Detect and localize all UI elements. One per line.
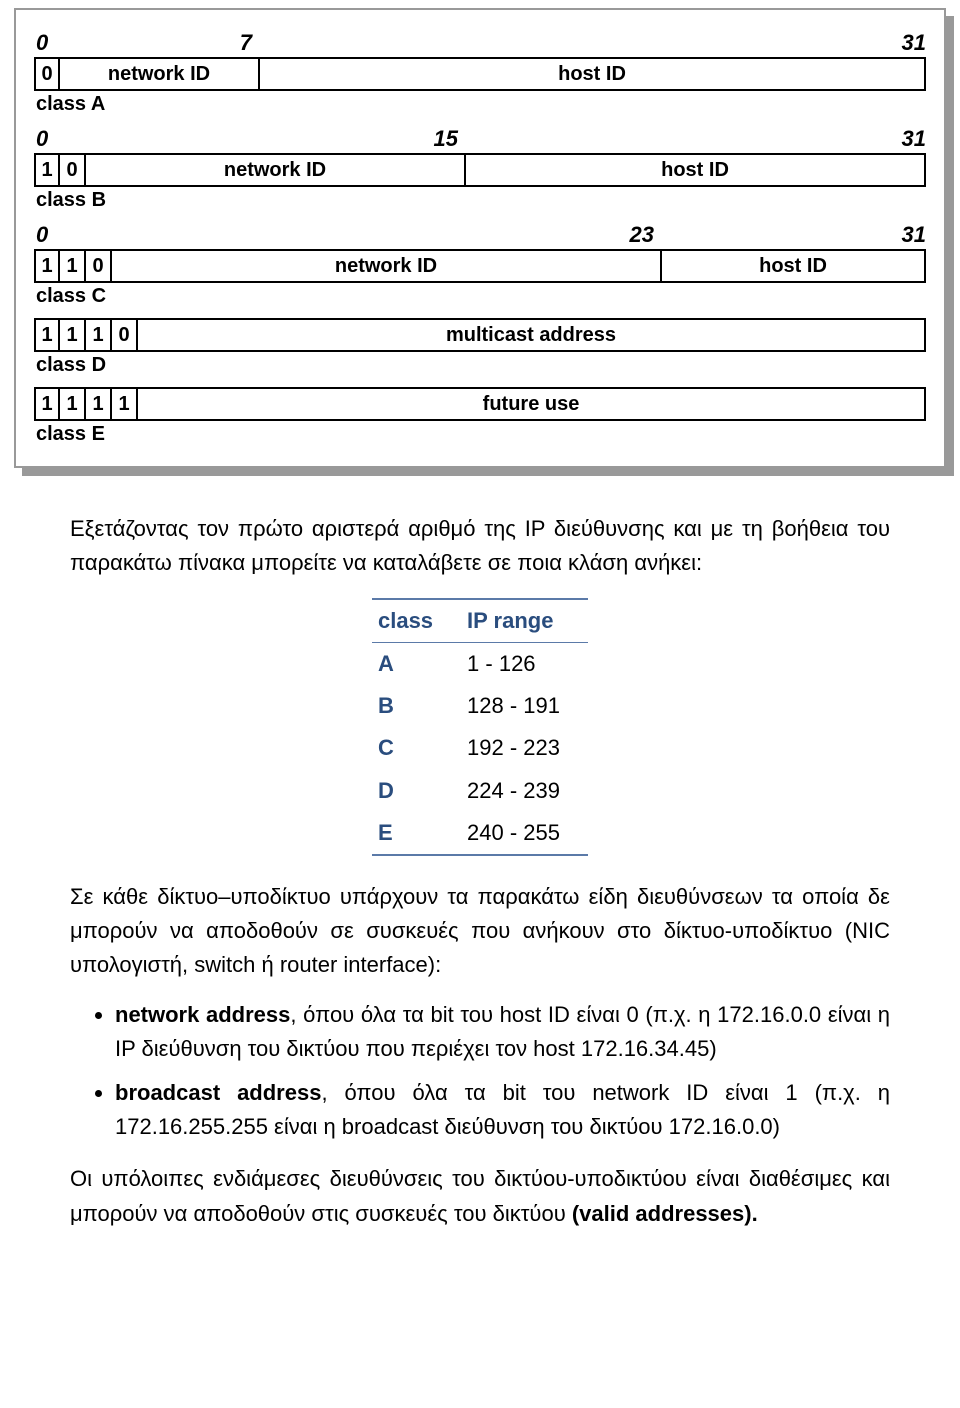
ip-class-diagram: 0 7 31 0 network ID host ID class A 0 15…: [14, 8, 946, 468]
label-class-e: class E: [34, 423, 926, 446]
bit-cell: 1: [112, 387, 138, 421]
field-network-id: network ID: [86, 153, 466, 187]
bar-class-a: 0 network ID host ID: [34, 57, 926, 91]
table-row: C192 - 223: [372, 727, 588, 769]
label-class-a: class A: [34, 93, 926, 116]
table-row: D224 - 239: [372, 770, 588, 812]
ticks-class-c: 0 23 31: [34, 222, 926, 248]
label-class-d: class D: [34, 354, 926, 377]
bit-cell: 0: [86, 249, 112, 283]
ip-range-table: class IP range A1 - 126 B128 - 191 C192 …: [372, 598, 588, 856]
bit-cell: 1: [34, 318, 60, 352]
bar-class-d: 1 1 1 0 multicast address: [34, 318, 926, 352]
bit-cell: 0: [112, 318, 138, 352]
bit-cell: 0: [34, 57, 60, 91]
field-host-id: host ID: [466, 153, 926, 187]
label-class-b: class B: [34, 189, 926, 212]
bit-cell: 1: [86, 318, 112, 352]
intro-paragraph: Εξετάζοντας τον πρώτο αριστερά αριθμό τη…: [70, 512, 890, 580]
table-row: B128 - 191: [372, 685, 588, 727]
bar-class-e: 1 1 1 1 future use: [34, 387, 926, 421]
bit-cell: 0: [60, 153, 86, 187]
restricted-addresses-paragraph: Σε κάθε δίκτυο–υποδίκτυο υπάρχουν τα παρ…: [70, 880, 890, 982]
bit-cell: 1: [60, 387, 86, 421]
table-header-class: class: [372, 599, 461, 643]
bar-class-c: 1 1 0 network ID host ID: [34, 249, 926, 283]
field-host-id: host ID: [260, 57, 926, 91]
field-network-id: network ID: [60, 57, 260, 91]
table-row: A1 - 126: [372, 643, 588, 686]
bullet-network-address: network address, όπου όλα τα bit του hos…: [115, 998, 890, 1066]
table-row: E240 - 255: [372, 812, 588, 855]
bullet-broadcast-address: broadcast address, όπου όλα τα bit του n…: [115, 1076, 890, 1144]
field-network-id: network ID: [112, 249, 662, 283]
label-class-c: class C: [34, 285, 926, 308]
bar-class-b: 1 0 network ID host ID: [34, 153, 926, 187]
bit-cell: 1: [86, 387, 112, 421]
ticks-class-a: 0 7 31: [34, 30, 926, 56]
table-header-range: IP range: [461, 599, 588, 643]
field-host-id: host ID: [662, 249, 926, 283]
bit-cell: 1: [34, 387, 60, 421]
bit-cell: 1: [34, 153, 60, 187]
bit-cell: 1: [60, 249, 86, 283]
bit-cell: 1: [34, 249, 60, 283]
ticks-class-b: 0 15 31: [34, 126, 926, 152]
field-multicast: multicast address: [138, 318, 926, 352]
field-future-use: future use: [138, 387, 926, 421]
bit-cell: 1: [60, 318, 86, 352]
valid-addresses-paragraph: Οι υπόλοιπες ενδιάμεσες διευθύνσεις του …: [70, 1162, 890, 1230]
